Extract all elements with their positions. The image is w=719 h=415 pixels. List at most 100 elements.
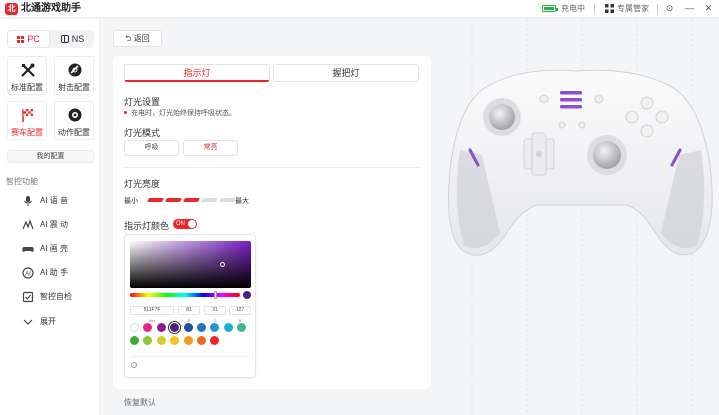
mode-label: 赛车配置 (11, 128, 43, 137)
microphone-icon (24, 196, 32, 206)
color-swatch[interactable] (130, 336, 139, 345)
color-swatch[interactable] (183, 336, 193, 345)
blue-input[interactable]: 127 (229, 306, 251, 315)
brightness-segment[interactable] (219, 198, 236, 202)
saturation-area[interactable] (130, 241, 251, 288)
light-settings-panel: 指示灯 握把灯 灯光设置 充电时，灯光始终保持呼吸状态。 灯光模式 呼吸 常亮 … (113, 56, 431, 389)
light-mode-title: 灯光模式 (124, 128, 161, 138)
color-swatch[interactable] (223, 323, 233, 332)
indicator-color-title: 指示灯颜色 (124, 221, 170, 231)
color-swatch[interactable] (210, 336, 220, 345)
svg-text:AI: AI (25, 271, 31, 277)
racing-flag-icon (22, 109, 33, 122)
feature-label: AI 语 音 (40, 196, 69, 205)
butler-icon[interactable] (604, 3, 615, 14)
controller-light-icon (560, 91, 582, 109)
color-swatch[interactable] (197, 336, 206, 345)
color-swatch[interactable] (197, 323, 206, 332)
feature-label: AI 震 动 (40, 220, 69, 229)
color-swatch[interactable] (143, 336, 153, 345)
toggle-knob (188, 220, 196, 228)
hex-label: Hex (148, 318, 156, 323)
tab-grip-light[interactable]: 握把灯 (273, 64, 419, 82)
hex-input[interactable]: 511F7F (130, 306, 174, 315)
reset-default-button[interactable]: 恢复默认 (124, 397, 156, 408)
mode-label: 标准配置 (11, 83, 43, 92)
controller-image (448, 69, 713, 256)
app-logo-icon: 北 (5, 3, 18, 15)
color-picker: 511F7F 81 31 127 Hex R G B (124, 234, 256, 378)
color-swatch[interactable] (143, 323, 153, 332)
tab-ns-label: NS (71, 34, 85, 44)
light-settings-title: 灯光设置 (124, 97, 161, 107)
feature-label: AI 画 壳 (40, 244, 69, 253)
switch-icon (60, 35, 69, 43)
saturation-cursor[interactable] (220, 262, 225, 267)
tab-ns[interactable]: NS (51, 30, 94, 48)
back-label: 返回 (133, 34, 150, 43)
battery-icon (542, 5, 558, 12)
color-swatch[interactable] (237, 323, 247, 332)
mode-breathing-button[interactable]: 呼吸 (124, 140, 179, 156)
app-title: 北通游戏助手 (21, 3, 81, 14)
back-arrow-icon: ⮌ (125, 34, 134, 43)
charging-hint: 充电时，灯光始终保持呼吸状态。 (124, 108, 236, 118)
self-check-icon (22, 291, 34, 303)
titlebar-divider (594, 4, 595, 14)
my-config-button[interactable]: 我的配置 (7, 150, 94, 163)
red-input[interactable]: 81 (178, 306, 200, 315)
title-bar: 北 北通游戏助手 充电中 专属管家 ⊙ — ✕ (0, 0, 719, 18)
brightness-segment[interactable] (183, 198, 200, 202)
windows-icon (17, 36, 25, 43)
tab-pc-label: PC (27, 34, 40, 44)
feature-label: 智控自检 (40, 292, 72, 301)
chevron-down-icon (23, 319, 33, 325)
crosshair-icon (68, 63, 82, 77)
brightness-max-label: 最大 (235, 198, 249, 205)
mode-steady-button[interactable]: 常亮 (183, 140, 238, 156)
mode-standard[interactable]: 标准配置 (7, 56, 47, 95)
mode-racing[interactable]: 赛车配置 (7, 101, 47, 140)
eyedropper-icon[interactable] (131, 362, 137, 368)
hue-slider[interactable] (130, 293, 240, 297)
color-toggle[interactable]: ON (173, 219, 197, 229)
minimize-button[interactable]: — (683, 2, 696, 15)
color-swatch[interactable] (156, 323, 166, 332)
brightness-title: 灯光亮度 (124, 179, 161, 189)
battery-status: 充电中 (561, 4, 585, 13)
brightness-min-label: 最小 (124, 198, 138, 205)
divider (130, 356, 251, 357)
action-icon (68, 108, 82, 122)
tab-indicator-light[interactable]: 指示灯 (124, 64, 270, 82)
mode-shooting[interactable]: 射击配置 (54, 56, 94, 95)
color-swatch[interactable] (170, 336, 180, 345)
back-button[interactable]: ⮌ 返回 (113, 30, 162, 47)
mode-label: 动作配置 (58, 128, 90, 137)
color-swatch[interactable] (130, 323, 139, 332)
mode-label: 射击配置 (58, 83, 90, 92)
close-button[interactable]: ✕ (702, 2, 715, 15)
settings-icon[interactable]: ⊙ (663, 2, 676, 15)
green-input[interactable]: 31 (204, 306, 226, 315)
gamepad-icon (22, 247, 34, 252)
titlebar-divider (657, 4, 658, 14)
feature-label: 展开 (40, 317, 56, 326)
vibration-icon (22, 219, 34, 230)
color-swatch[interactable] (156, 336, 166, 345)
tab-pc[interactable]: PC (7, 30, 50, 48)
divider (124, 167, 421, 168)
color-swatch[interactable] (183, 323, 193, 332)
hue-cursor[interactable] (213, 291, 217, 299)
brightness-segment[interactable] (201, 198, 218, 202)
current-color-swatch (243, 291, 251, 299)
feature-label: AI 助 手 (40, 268, 69, 277)
brightness-segment[interactable] (147, 198, 164, 202)
mode-action[interactable]: 动作配置 (54, 101, 94, 140)
butler-button[interactable]: 专属管家 (617, 3, 649, 15)
color-swatch[interactable] (170, 323, 180, 332)
brightness-segment[interactable] (165, 198, 182, 202)
toggle-label: ON (176, 221, 185, 227)
color-swatch[interactable] (210, 323, 220, 332)
platform-switch: PC NS (7, 30, 94, 48)
sidebar: PC NS 标准配置 射击配置 赛车配置 动作配置 我的配置 智控功能 AI 语… (0, 19, 100, 415)
